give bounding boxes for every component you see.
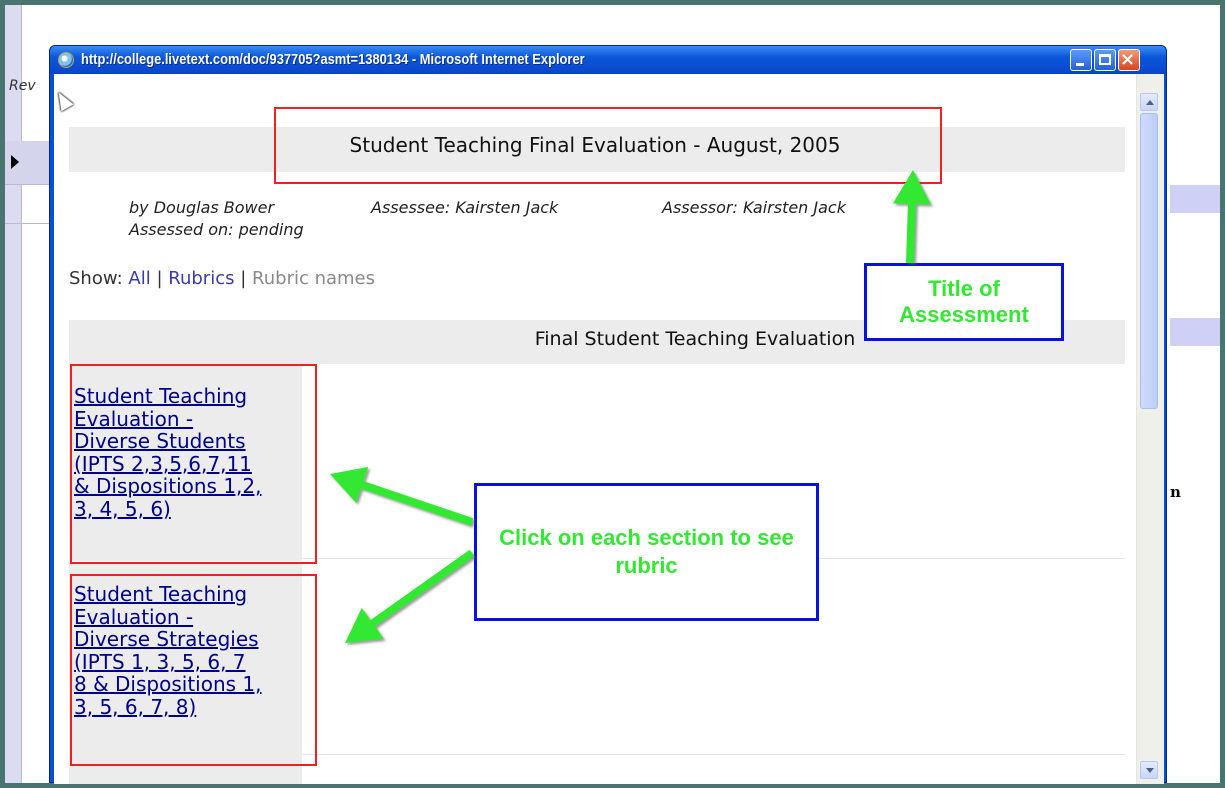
arrow-to-second-rubric xyxy=(345,549,475,643)
arrow-to-title xyxy=(892,170,931,264)
annotation-arrows xyxy=(330,170,931,643)
arrow-to-first-rubric xyxy=(330,466,474,526)
